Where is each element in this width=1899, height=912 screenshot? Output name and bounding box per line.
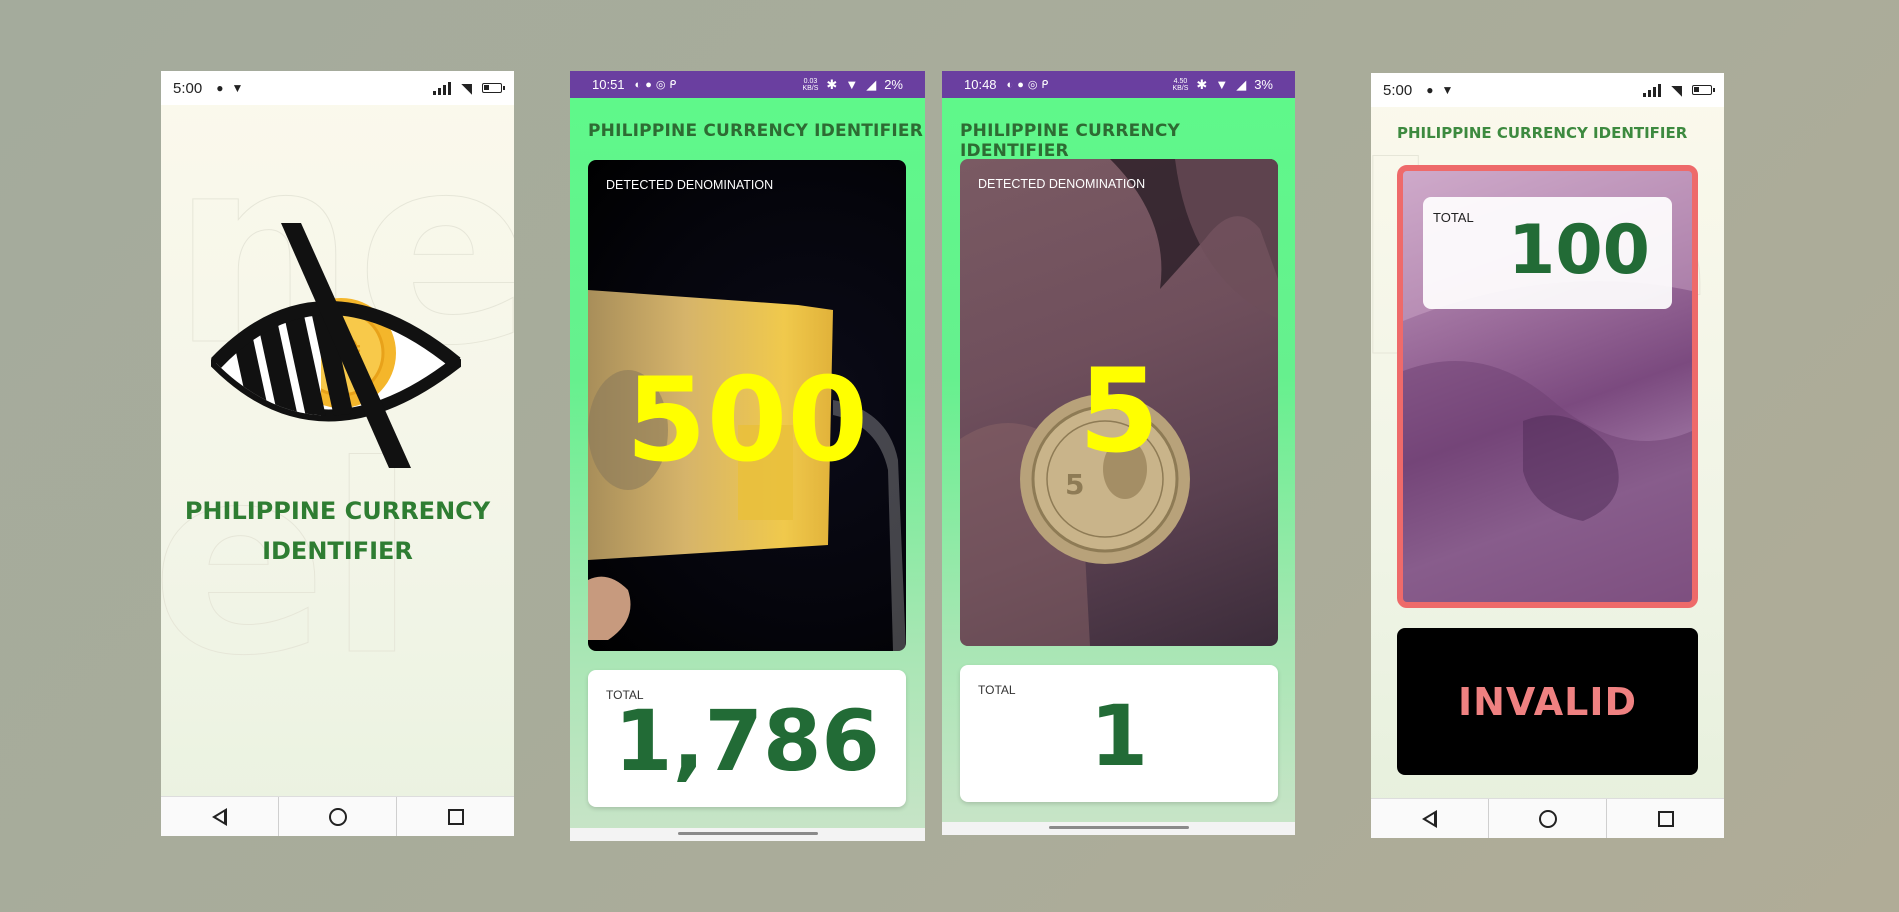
home-icon <box>328 807 347 826</box>
bluetooth-icon: ✱ <box>1196 76 1208 92</box>
battery-icon <box>482 83 505 93</box>
recents-button[interactable] <box>1607 799 1724 838</box>
total-value: 1,786 <box>614 692 880 790</box>
status-bar: 10:48 ◐●◎ᑭ 4.50 KB/S ✱ ▼ ◢ 3% <box>942 71 1295 98</box>
back-button[interactable] <box>161 797 279 836</box>
splash-title: PHILIPPINE CURRENCY IDENTIFIER <box>161 491 514 571</box>
battery-level: 3% <box>1254 77 1273 92</box>
splash-title-line2: IDENTIFIER <box>262 537 413 565</box>
detected-denomination-value: 500 <box>625 353 869 488</box>
signal-icon: ◢ <box>1236 76 1247 92</box>
total-value: 100 <box>1508 211 1650 290</box>
detection-screen-coin: 10:48 ◐●◎ᑭ 4.50 KB/S ✱ ▼ ◢ 3% PHILIPPINE… <box>942 71 1295 835</box>
recents-icon <box>447 808 464 825</box>
status-time: 10:51 <box>592 77 625 92</box>
home-indicator[interactable] <box>1048 826 1189 829</box>
home-button[interactable] <box>1489 799 1607 838</box>
notification-icons: ◐●◎ᑭ <box>1006 79 1053 91</box>
total-value: 1 <box>1089 687 1149 785</box>
recents-icon <box>1657 810 1674 827</box>
status-bar: 5:00 ● ▼ ◥ <box>1371 73 1724 107</box>
status-time: 5:00 <box>173 79 203 97</box>
signal-icon <box>1643 83 1662 97</box>
camera-preview: DETECTED DENOMINATION 500 <box>588 160 906 651</box>
wifi-icon: ▼ <box>845 77 859 92</box>
recents-button[interactable] <box>397 797 514 836</box>
home-button[interactable] <box>279 797 397 836</box>
invalid-screen: he 5:00 ● ▼ ◥ PHILIPPINE CURRENCY IDENTI… <box>1371 73 1724 838</box>
status-bar: 10:51 ◐●◎ᑭ 0.03 KB/S ✱ ▼ ◢ 2% <box>570 71 925 98</box>
wifi-icon: ◥ <box>1671 81 1682 98</box>
status-bar: 5:00 ● ▼ ◥ <box>161 71 514 105</box>
status-time: 10:48 <box>964 77 997 92</box>
messenger-icon: ● <box>216 81 224 95</box>
messenger-icon: ● <box>1426 83 1434 97</box>
navigation-bar <box>1371 798 1724 838</box>
splash-screen: ne el 5:00 ● ▼ ◥ ₱ PHILIPPINE CURRENCY <box>161 71 514 836</box>
total-card: TOTAL 1,786 <box>588 670 906 807</box>
bluetooth-icon: ✱ <box>826 76 838 92</box>
invalid-result-box: INVALID <box>1397 628 1698 775</box>
total-card: TOTAL 1 <box>960 665 1278 802</box>
wifi-icon: ◥ <box>461 79 472 96</box>
navigation-bar <box>161 796 514 836</box>
app-title: PHILIPPINE CURRENCY IDENTIFIER <box>588 121 924 141</box>
app-title: PHILIPPINE CURRENCY IDENTIFIER <box>1397 124 1688 142</box>
app-title: PHILIPPINE CURRENCY IDENTIFIER <box>960 121 1181 161</box>
detected-denomination-value: 5 <box>1078 344 1160 479</box>
twitter-icon: ▼ <box>1441 83 1454 97</box>
battery-icon <box>1692 85 1715 95</box>
camera-preview-invalid: TOTAL 100 <box>1397 165 1698 608</box>
home-icon <box>1538 809 1557 828</box>
detected-denomination-label: DETECTED DENOMINATION <box>978 177 1146 191</box>
detection-screen-bill: 10:51 ◐●◎ᑭ 0.03 KB/S ✱ ▼ ◢ 2% PHILIPPINE… <box>570 71 925 841</box>
status-time: 5:00 <box>1383 81 1413 99</box>
total-card: TOTAL 100 <box>1423 197 1672 309</box>
back-icon <box>212 807 227 826</box>
wifi-icon: ▼ <box>1215 77 1229 92</box>
signal-icon <box>433 81 452 95</box>
splash-title-line1: PHILIPPINE CURRENCY <box>184 497 491 525</box>
battery-level: 2% <box>884 77 903 92</box>
back-button[interactable] <box>1371 799 1489 838</box>
total-label: TOTAL <box>1433 210 1474 225</box>
network-speed: 4.50 KB/S <box>1172 77 1189 92</box>
notification-icons: ◐●◎ᑭ <box>634 79 681 91</box>
back-icon <box>1422 809 1437 828</box>
eye-coin-logo-icon: ₱ <box>211 223 461 468</box>
home-indicator[interactable] <box>677 832 818 835</box>
signal-icon: ◢ <box>866 76 877 92</box>
detected-denomination-label: DETECTED DENOMINATION <box>606 178 774 192</box>
camera-preview: 5 DETECTED DENOMINATION 5 <box>960 159 1278 646</box>
network-speed: 0.03 KB/S <box>802 77 819 92</box>
twitter-icon: ▼ <box>231 81 244 95</box>
